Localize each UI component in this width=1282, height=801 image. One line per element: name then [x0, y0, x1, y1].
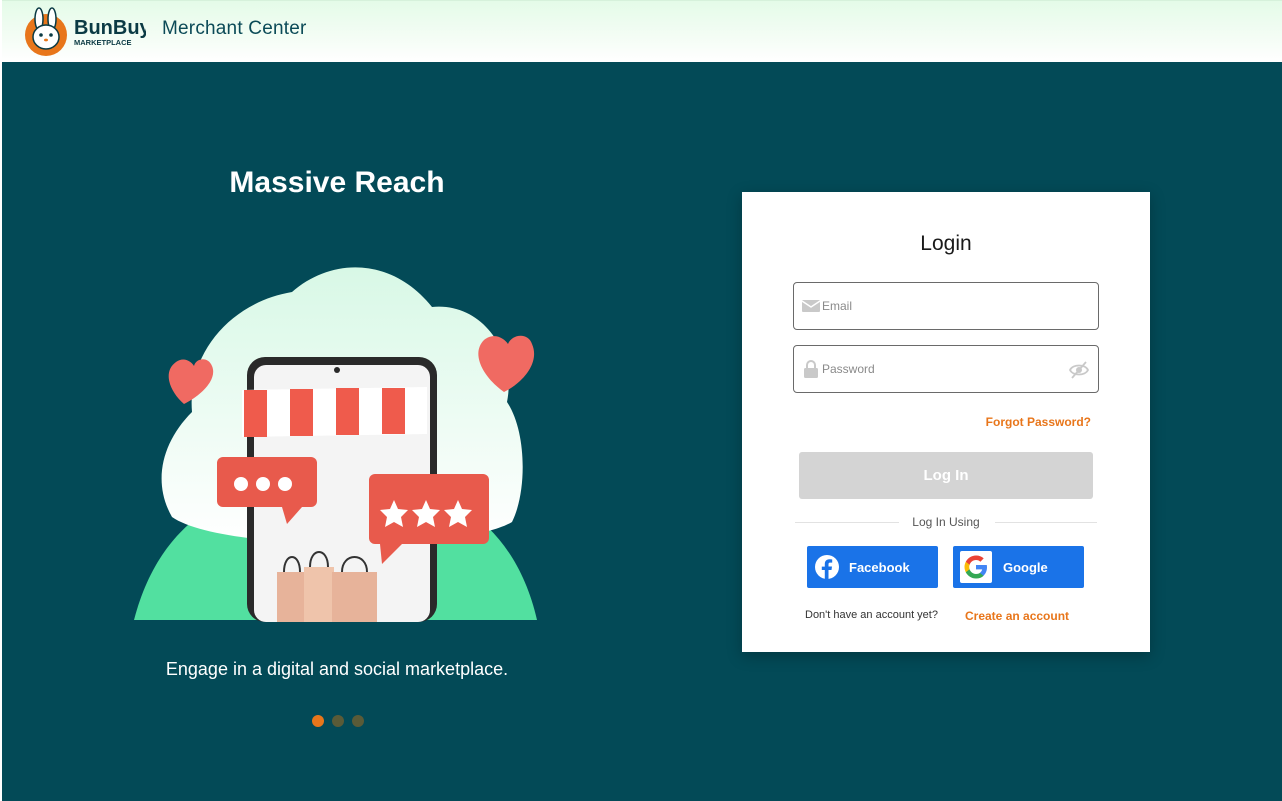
signup-row: Don't have an account yet? Create an acc…	[805, 609, 1105, 623]
bunbuy-logo[interactable]: BunBuy MARKETPLACE	[22, 5, 146, 59]
email-input[interactable]	[822, 293, 1062, 319]
header: BunBuy MARKETPLACE Merchant Center	[2, 0, 1282, 62]
google-label: Google	[1003, 560, 1048, 575]
password-field-wrapper	[793, 345, 1099, 393]
create-account-link[interactable]: Create an account	[965, 609, 1069, 623]
facebook-icon	[815, 555, 839, 579]
hero-caption: Engage in a digital and social marketpla…	[165, 659, 509, 679]
svg-text:MARKETPLACE: MARKETPLACE	[74, 38, 132, 47]
login-card: Login Forgot Password? Log In	[742, 192, 1150, 652]
forgot-password-link[interactable]: Forgot Password?	[986, 415, 1091, 429]
login-divider: Log In Using	[795, 515, 1097, 529]
main-section: Massive Reach Engage in a digital and so…	[2, 62, 1282, 801]
lock-icon	[804, 360, 818, 378]
carousel-dot-3[interactable]	[352, 715, 364, 727]
facebook-label: Facebook	[849, 560, 910, 575]
login-button[interactable]: Log In	[799, 452, 1093, 499]
shop-phone-illustration	[134, 267, 537, 622]
merchant-center-title: Merchant Center	[162, 18, 307, 39]
password-input[interactable]	[822, 356, 1062, 382]
eye-off-icon[interactable]	[1068, 359, 1090, 381]
email-field-wrapper	[793, 282, 1099, 330]
login-title: Login	[920, 232, 972, 255]
mail-icon	[801, 300, 821, 312]
svg-text:BunBuy: BunBuy	[74, 17, 146, 39]
carousel-dot-1[interactable]	[312, 715, 324, 727]
facebook-login-button[interactable]: Facebook	[807, 546, 938, 588]
google-icon	[960, 551, 992, 583]
divider-line-right	[995, 522, 1097, 523]
google-login-button[interactable]: Google	[953, 546, 1084, 588]
hero-title: Massive Reach	[229, 166, 445, 199]
signup-question: Don't have an account yet?	[805, 609, 938, 621]
carousel-dot-2[interactable]	[332, 715, 344, 727]
carousel-dots	[312, 715, 364, 727]
